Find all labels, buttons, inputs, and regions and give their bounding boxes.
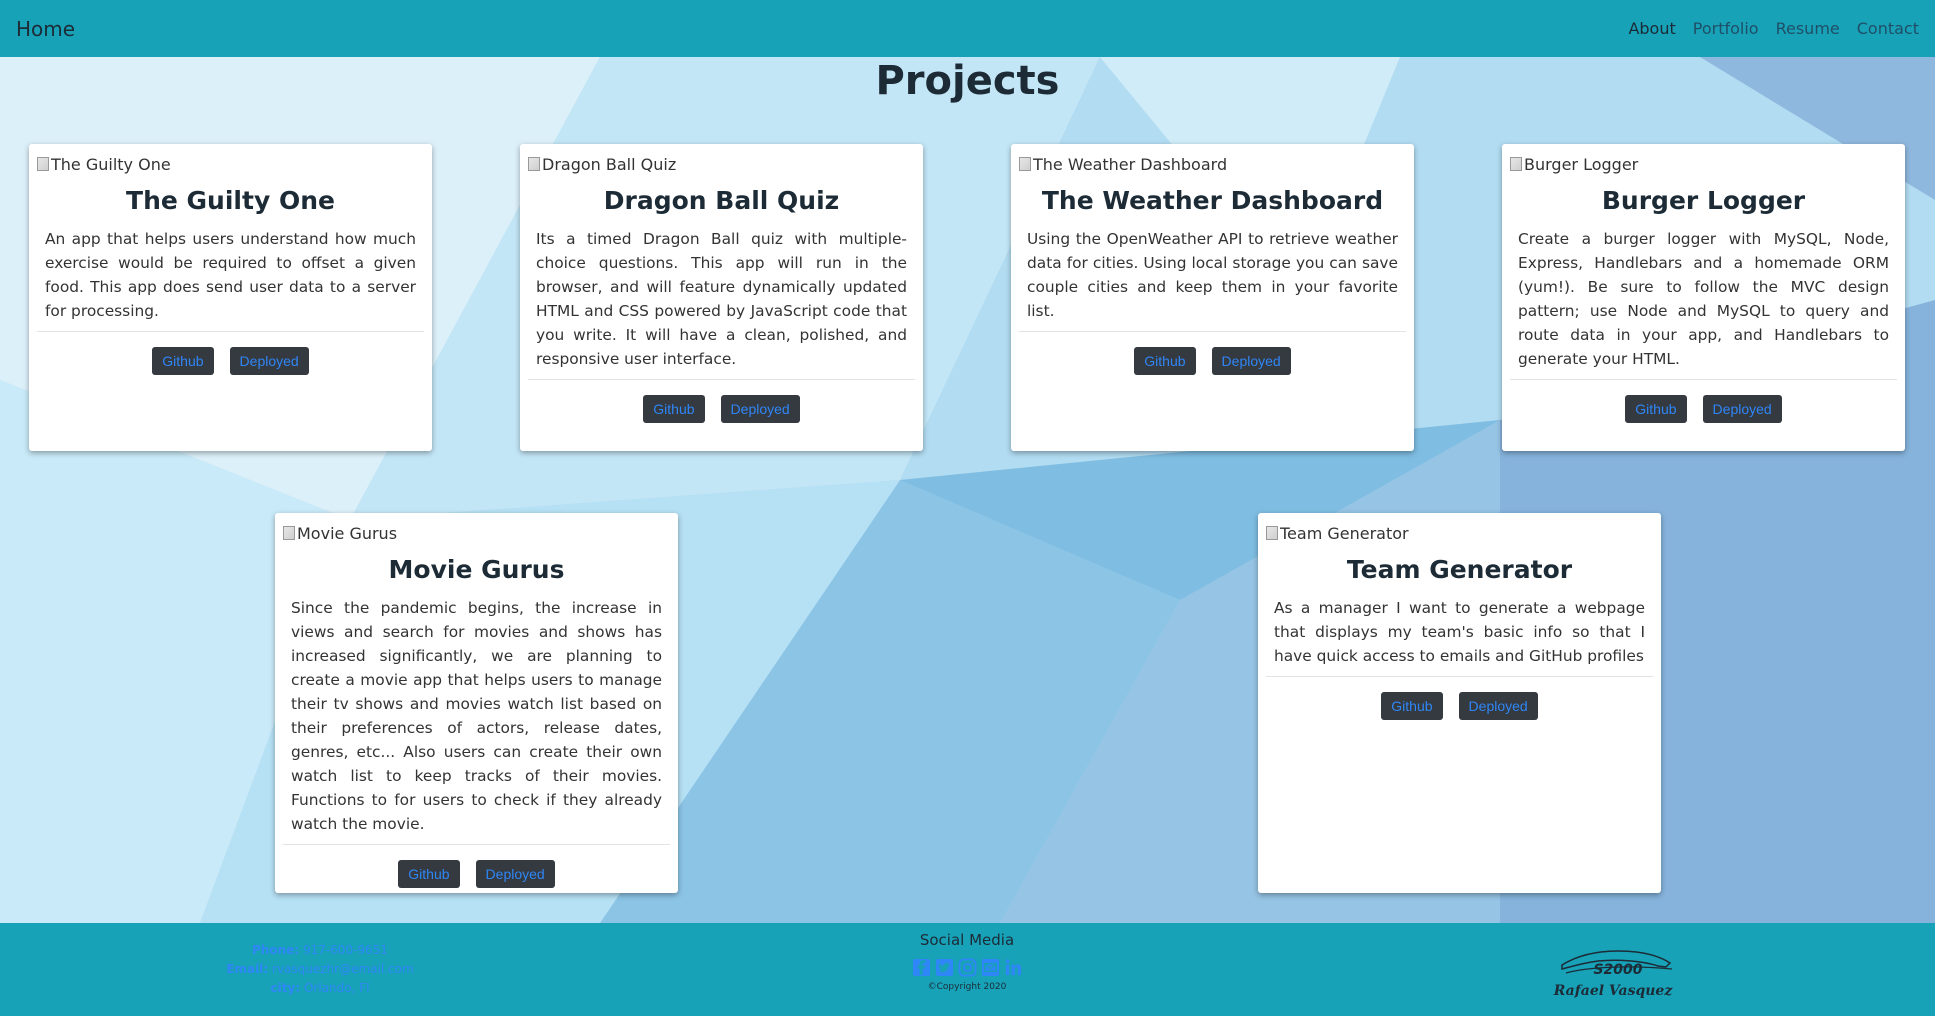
github-button[interactable]: Github <box>398 860 460 888</box>
deployed-button[interactable]: Deployed <box>1458 692 1538 720</box>
project-description: Its a timed Dragon Ball quiz with multip… <box>536 230 907 368</box>
project-image: Team Generator <box>1266 521 1653 545</box>
github-button[interactable]: Github <box>1625 395 1687 423</box>
city-value: Orlando, Fl <box>303 981 370 995</box>
github-button[interactable]: Github <box>1381 692 1443 720</box>
social-icons <box>867 958 1067 977</box>
project-card-movie-gurus: Movie Gurus Movie Gurus Since the pandem… <box>275 513 678 893</box>
broken-image-icon <box>528 157 540 171</box>
project-title: Dragon Ball Quiz <box>603 186 840 215</box>
nav-resume-link[interactable]: Resume <box>1776 19 1840 38</box>
project-description: Since the pandemic begins, the increase … <box>291 599 662 833</box>
project-image: Dragon Ball Quiz <box>528 152 915 176</box>
phone-value[interactable]: 917-600-9651 <box>303 943 388 957</box>
city-label: city: <box>270 981 301 995</box>
home-link[interactable]: Home <box>16 17 75 41</box>
top-navbar: Home About Portfolio Resume Contact <box>0 0 1935 57</box>
project-card-team-generator: Team Generator Team Generator As a manag… <box>1258 513 1661 893</box>
project-image-alt: Dragon Ball Quiz <box>542 154 677 174</box>
project-links: Github Deployed <box>37 332 424 390</box>
project-title: The Weather Dashboard <box>1041 186 1384 215</box>
nav-about-link[interactable]: About <box>1628 19 1675 38</box>
broken-image-icon <box>1019 157 1031 171</box>
phone-label: Phone: <box>252 943 300 957</box>
project-description: As a manager I want to generate a webpag… <box>1274 599 1645 665</box>
project-card-dragon-ball-quiz: Dragon Ball Quiz Dragon Ball Quiz Its a … <box>520 144 923 451</box>
signature-brand: S2000 <box>1593 962 1642 978</box>
linkedin-icon[interactable] <box>1004 958 1023 977</box>
copyright: ©Copyright 2020 <box>927 982 1007 992</box>
email-label: Email: <box>226 962 269 976</box>
page-title: Projects <box>875 58 1060 104</box>
project-image-alt: Team Generator <box>1280 523 1409 543</box>
email-icon[interactable] <box>981 958 1000 977</box>
broken-image-icon <box>37 157 49 171</box>
deployed-button[interactable]: Deployed <box>720 395 800 423</box>
project-title: Burger Logger <box>1601 186 1806 215</box>
twitter-icon[interactable] <box>935 958 954 977</box>
deployed-button[interactable]: Deployed <box>229 347 309 375</box>
project-image: Movie Gurus <box>283 521 670 545</box>
project-links: Github Deployed <box>283 845 670 903</box>
project-title: Team Generator <box>1346 555 1573 584</box>
deployed-button[interactable]: Deployed <box>1702 395 1782 423</box>
github-button[interactable]: Github <box>1134 347 1196 375</box>
project-card-weather-dashboard: The Weather Dashboard The Weather Dashbo… <box>1011 144 1414 451</box>
facebook-icon[interactable] <box>912 958 931 977</box>
social-media: Social Media ©Copyright 2020 <box>867 931 1067 992</box>
contact-city: city: Orlando, Fl <box>200 979 440 998</box>
broken-image-icon <box>283 526 295 540</box>
project-card-burger-logger: Burger Logger Burger Logger Create a bur… <box>1502 144 1905 451</box>
project-description: Create a burger logger with MySQL, Node,… <box>1518 230 1889 368</box>
project-description: An app that helps users understand how m… <box>45 230 416 320</box>
github-button[interactable]: Github <box>643 395 705 423</box>
deployed-button[interactable]: Deployed <box>1211 347 1291 375</box>
footer: Phone: 917-600-9651 Email: rvasquezhr@em… <box>0 923 1935 1016</box>
social-media-title: Social Media <box>919 931 1015 949</box>
instagram-icon[interactable] <box>957 958 977 977</box>
contact-phone: Phone: 917-600-9651 <box>200 941 440 960</box>
contact-info: Phone: 917-600-9651 Email: rvasquezhr@em… <box>200 941 440 998</box>
project-links: Github Deployed <box>1266 677 1653 735</box>
nav-links: About Portfolio Resume Contact <box>1611 19 1919 38</box>
broken-image-icon <box>1266 526 1278 540</box>
contact-email: Email: rvasquezhr@email.com <box>200 960 440 979</box>
project-image-alt: Burger Logger <box>1524 154 1639 174</box>
email-value[interactable]: rvasquezhr@email.com <box>272 962 414 976</box>
project-image: The Weather Dashboard <box>1019 152 1406 176</box>
project-image-alt: The Guilty One <box>51 154 171 174</box>
project-description: Using the OpenWeather API to retrieve we… <box>1027 230 1398 320</box>
signature-name: Rafael Vasquez <box>1553 983 1674 999</box>
project-card-guilty-one: The Guilty One The Guilty One An app tha… <box>29 144 432 451</box>
project-image-alt: The Weather Dashboard <box>1033 154 1228 174</box>
nav-contact-link[interactable]: Contact <box>1857 19 1919 38</box>
project-title: The Guilty One <box>126 186 335 215</box>
project-links: Github Deployed <box>528 380 915 438</box>
project-image: Burger Logger <box>1510 152 1897 176</box>
signature-logo: S2000 Rafael Vasquez <box>1553 950 1674 999</box>
project-links: Github Deployed <box>1510 380 1897 438</box>
project-image-alt: Movie Gurus <box>297 523 398 543</box>
project-image: The Guilty One <box>37 152 424 176</box>
project-links: Github Deployed <box>1019 332 1406 390</box>
github-button[interactable]: Github <box>152 347 214 375</box>
nav-portfolio-link[interactable]: Portfolio <box>1693 19 1759 38</box>
project-title: Movie Gurus <box>388 555 565 584</box>
deployed-button[interactable]: Deployed <box>475 860 555 888</box>
broken-image-icon <box>1510 157 1522 171</box>
